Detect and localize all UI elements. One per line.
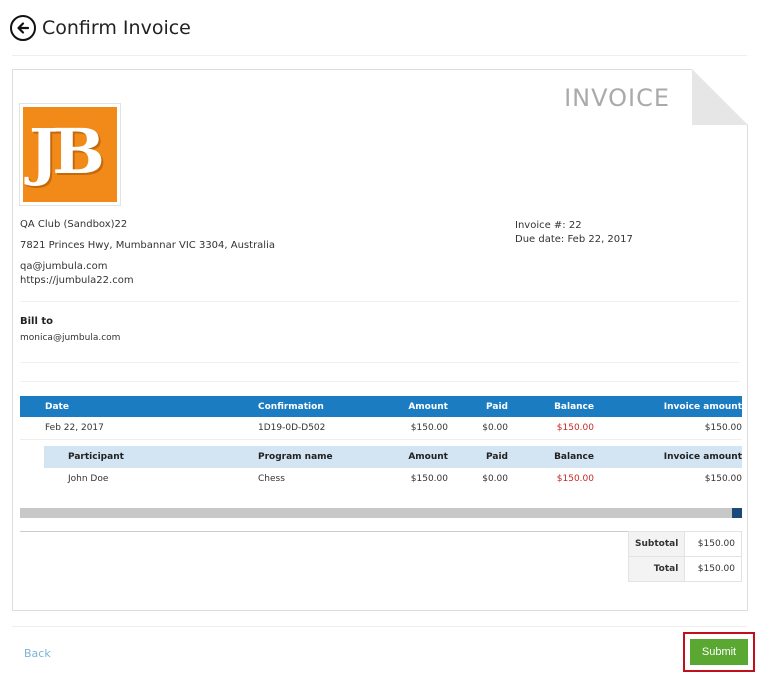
- cell-paid: $0.00: [448, 417, 508, 440]
- totals-table: Subtotal $150.00 Total $150.00: [627, 531, 742, 582]
- table-row: Feb 22, 2017 1D19-0D-D502 $150.00 $0.00 …: [20, 417, 742, 440]
- total-row: Total $150.00: [627, 556, 742, 582]
- horizontal-scrollbar[interactable]: [20, 508, 742, 518]
- back-arrow-icon[interactable]: [10, 15, 36, 41]
- divider: [20, 362, 740, 363]
- invoice-card: INVOICE JB QA Club (Sandbox)22 7821 Prin…: [12, 69, 748, 611]
- cell-amount: $150.00: [398, 417, 448, 440]
- cell-program-name: Chess: [258, 474, 285, 484]
- column-header-balance: Balance: [508, 446, 594, 468]
- participant-table: Participant Program name Amount Paid Bal…: [44, 446, 742, 490]
- invoice-number: Invoice #: 22: [515, 220, 582, 231]
- cell-paid: $0.00: [482, 474, 508, 484]
- column-header-paid: Paid: [448, 396, 508, 417]
- table-header-row: Date Confirmation Amount Paid Balance In…: [20, 396, 742, 417]
- total-value: $150.00: [684, 556, 742, 582]
- invoice-meta: Invoice #: 22 Due date: Feb 22, 2017: [515, 219, 633, 247]
- invoice-heading: INVOICE: [564, 84, 670, 112]
- table-header-row: Participant Program name Amount Paid Bal…: [44, 446, 742, 468]
- column-header-participant: Participant: [44, 446, 258, 468]
- company-info: QA Club (Sandbox)22 7821 Princes Hwy, Mu…: [20, 218, 275, 288]
- divider: [20, 381, 740, 382]
- divider: [20, 301, 740, 302]
- cell-date: Feb 22, 2017: [20, 417, 258, 440]
- bill-to-label: Bill to: [20, 316, 54, 327]
- column-header-confirmation: Confirmation: [258, 396, 398, 417]
- cell-invoice-amount: $150.00: [704, 474, 742, 484]
- cell-invoice-amount: $150.00: [594, 417, 742, 440]
- divider: [12, 626, 747, 627]
- column-header-invoice-amount: Invoice amount: [594, 446, 742, 468]
- column-header-amount: Amount: [398, 396, 448, 417]
- due-date: Due date: Feb 22, 2017: [515, 234, 633, 245]
- page-fold-icon: [692, 69, 748, 125]
- invoice-table: Date Confirmation Amount Paid Balance In…: [20, 396, 742, 440]
- column-header-invoice-amount: Invoice amount: [594, 396, 742, 417]
- cell-participant: John Doe: [68, 474, 109, 484]
- company-email: qa@jumbula.com: [20, 261, 108, 272]
- subtotal-label: Subtotal: [627, 531, 686, 557]
- column-header-balance: Balance: [508, 396, 594, 417]
- divider: [12, 55, 747, 56]
- logo-lettering: JB: [29, 115, 105, 188]
- cell-confirmation: 1D19-0D-D502: [258, 417, 398, 440]
- bill-to-email: monica@jumbula.com: [20, 333, 121, 343]
- subtotal-value: $150.00: [684, 531, 742, 557]
- subtotal-row: Subtotal $150.00: [627, 531, 742, 557]
- column-header-amount: Amount: [398, 446, 448, 468]
- column-header-date: Date: [20, 396, 258, 417]
- cell-balance: $150.00: [508, 417, 594, 440]
- club-logo: JB: [19, 103, 121, 206]
- total-label: Total: [627, 556, 686, 582]
- company-name: QA Club (Sandbox)22: [20, 219, 128, 230]
- column-header-paid: Paid: [448, 446, 508, 468]
- submit-highlight: Submit: [683, 632, 755, 672]
- table-row: John Doe Chess $150.00 $0.00 $150.00 $15…: [44, 468, 742, 490]
- column-header-program-name: Program name: [258, 446, 398, 468]
- company-address: 7821 Princes Hwy, Mumbannar VIC 3304, Au…: [20, 240, 275, 251]
- page-header: Confirm Invoice: [10, 14, 191, 42]
- cell-amount: $150.00: [410, 474, 448, 484]
- cell-balance: $150.00: [556, 474, 594, 484]
- scrollbar-thumb[interactable]: [732, 508, 742, 518]
- page-title: Confirm Invoice: [42, 17, 191, 39]
- back-link[interactable]: Back: [24, 647, 51, 660]
- submit-button[interactable]: Submit: [690, 639, 748, 665]
- company-website: https://jumbula22.com: [20, 275, 134, 286]
